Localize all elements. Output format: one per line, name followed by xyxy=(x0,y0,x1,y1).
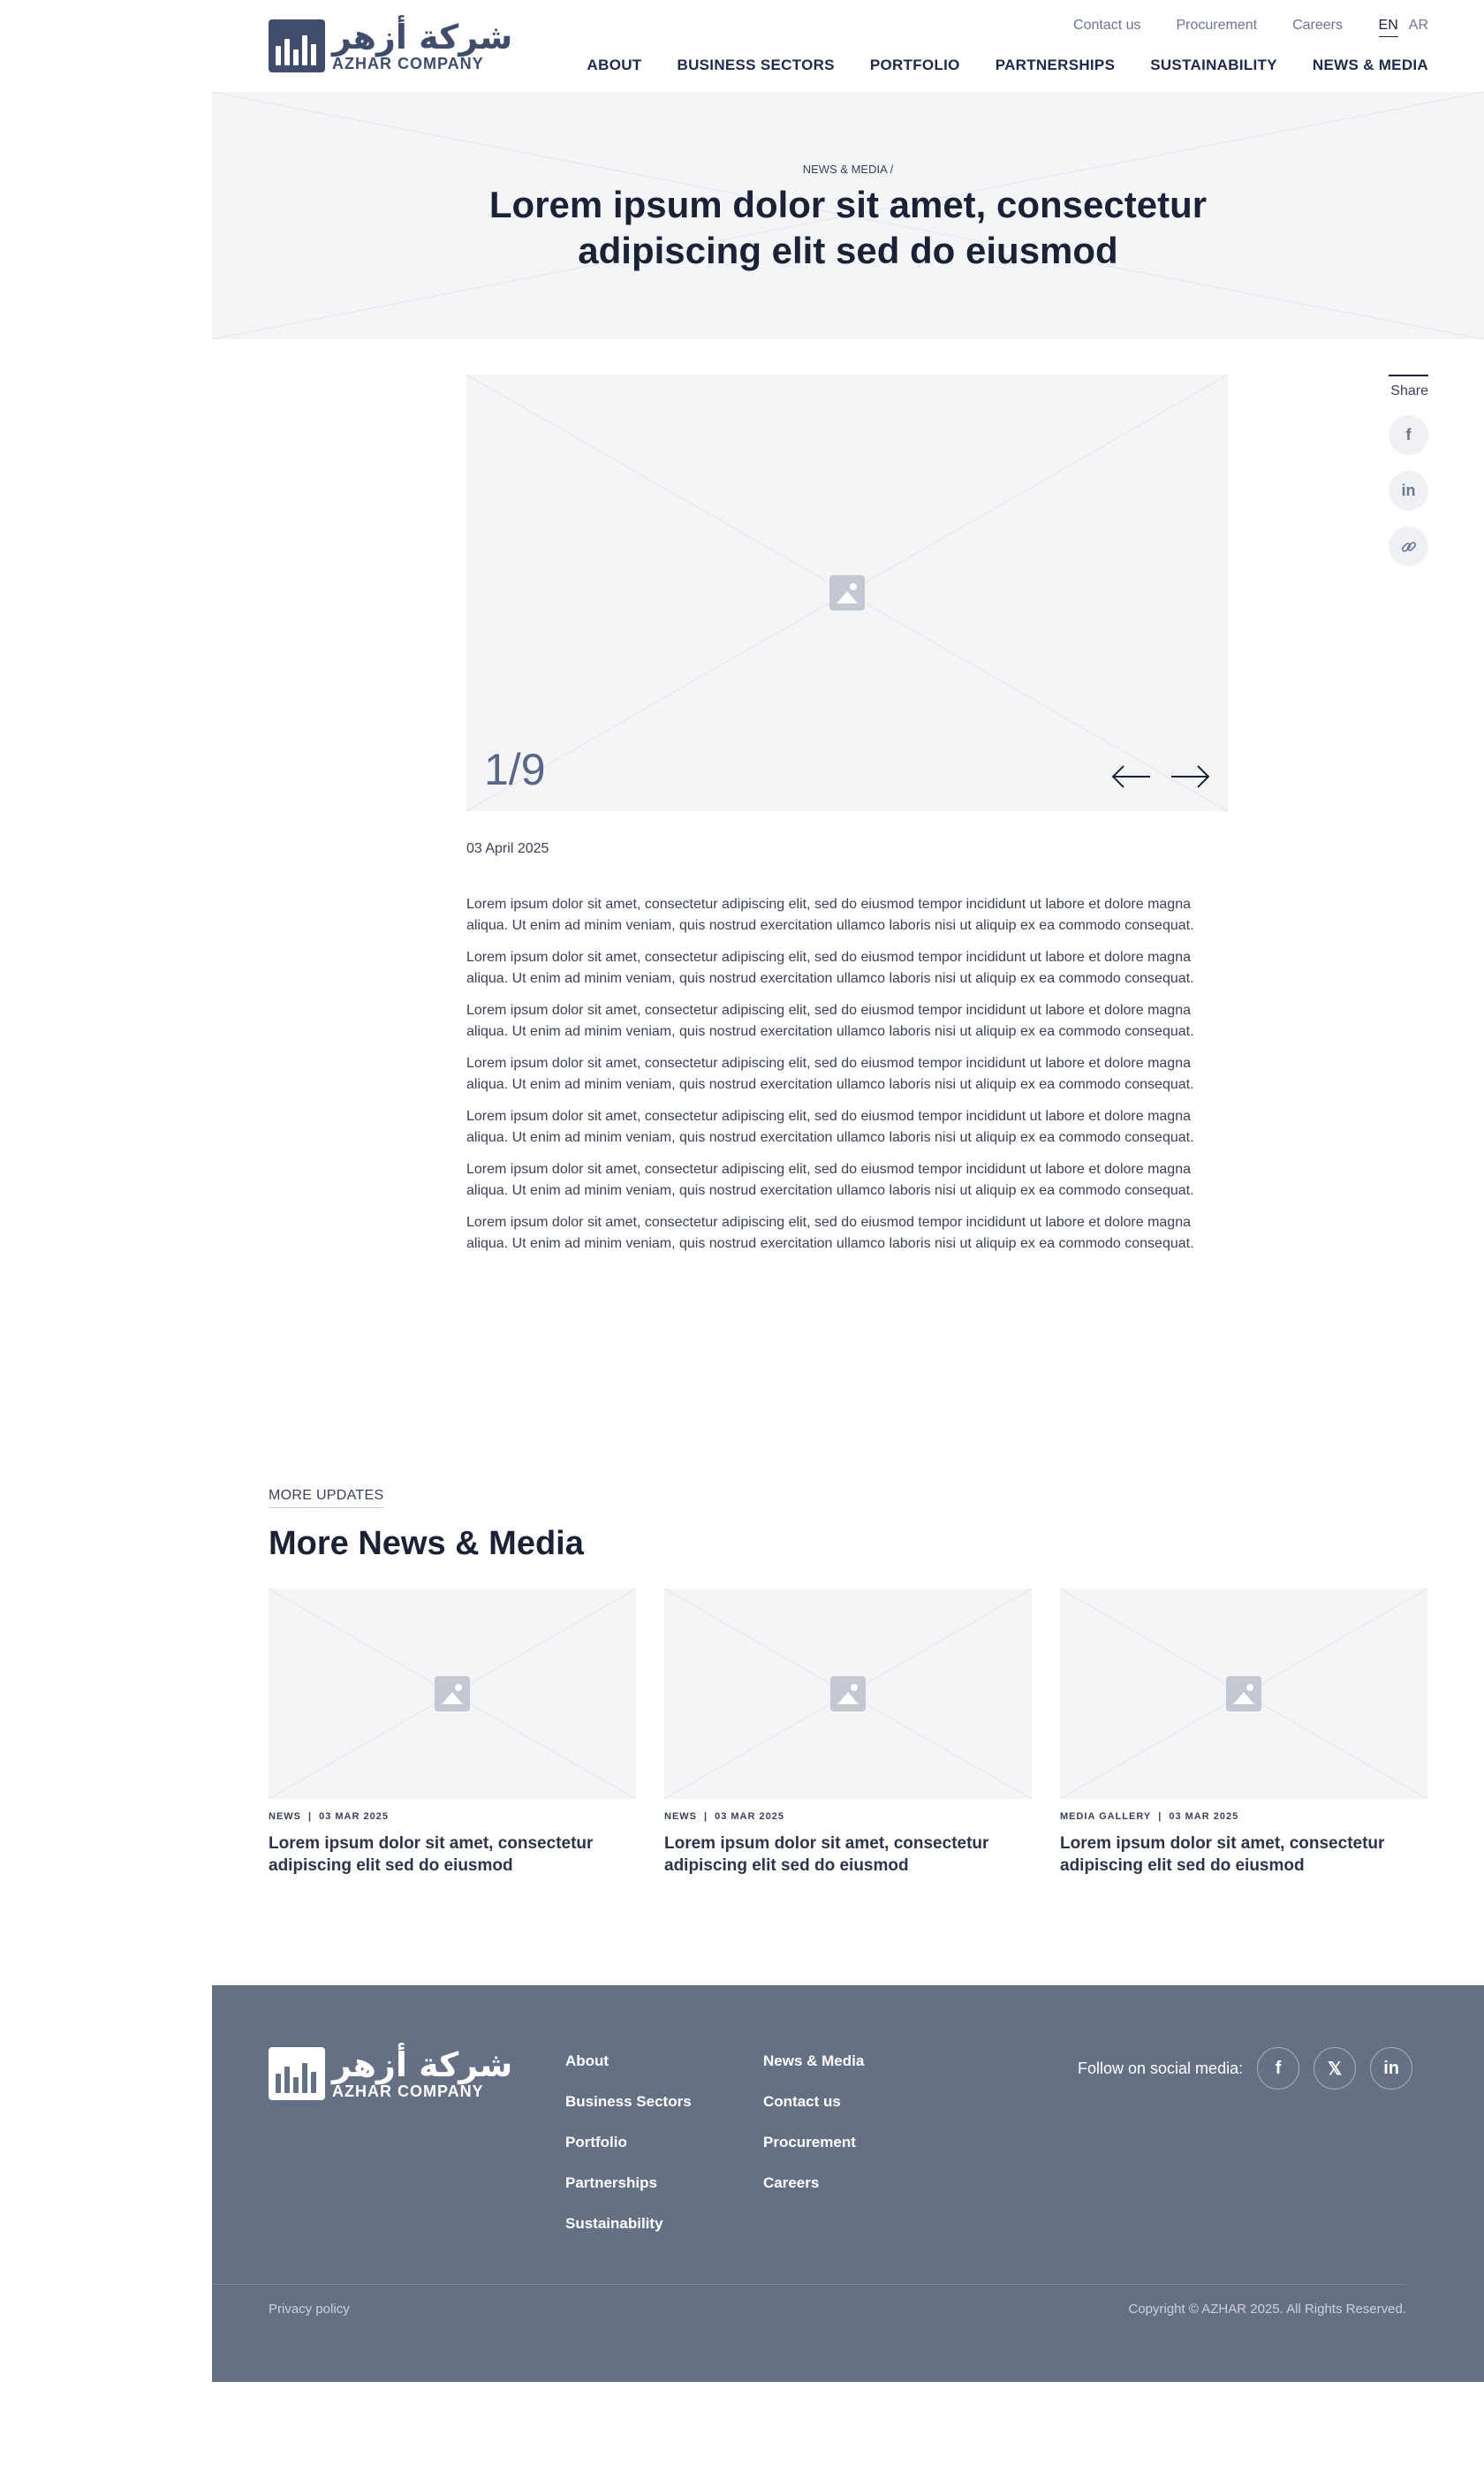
footer-link-careers[interactable]: Careers xyxy=(763,2174,864,2192)
linkedin-icon[interactable]: in xyxy=(1389,471,1428,511)
article-paragraph: Lorem ipsum dolor sit amet, consectetur … xyxy=(466,1003,1194,1039)
article-paragraph: Lorem ipsum dolor sit amet, consectetur … xyxy=(466,897,1194,933)
footer-link-about[interactable]: About xyxy=(565,2052,692,2070)
news-card[interactable]: NEWS | 03 MAR 2025 Lorem ipsum dolor sit a… xyxy=(269,1589,636,1877)
logo-mark-icon xyxy=(269,19,325,72)
logo-mark-icon xyxy=(269,2047,325,2100)
card-image xyxy=(1060,1589,1427,1799)
site-footer: شركة أزهر AZHAR COMPANY About Business S… xyxy=(212,1985,1484,2382)
nav-news-media[interactable]: NEWS & MEDIA xyxy=(1313,57,1428,74)
share-label: Share xyxy=(1389,375,1428,399)
logo-arabic-text: شركة أزهر xyxy=(332,2045,513,2084)
footer-link-procurement[interactable]: Procurement xyxy=(763,2134,864,2151)
arrow-left-icon[interactable] xyxy=(1111,763,1152,790)
footer-divider xyxy=(212,2284,1406,2285)
footer-nav-col-2: News & Media Contact us Procurement Care… xyxy=(763,2052,864,2192)
footer-link-contact[interactable]: Contact us xyxy=(763,2093,864,2111)
nav-partnerships[interactable]: PARTNERSHIPS xyxy=(996,57,1116,74)
arrow-right-icon[interactable] xyxy=(1170,763,1210,790)
news-card[interactable]: MEDIA GALLERY | 03 MAR 2025 Lorem ipsum do… xyxy=(1060,1589,1427,1877)
facebook-icon[interactable]: f xyxy=(1257,2047,1300,2090)
image-gallery: 1/9 xyxy=(466,375,1228,811)
logo-english-text: AZHAR COMPANY xyxy=(332,2082,484,2100)
article-paragraph: Lorem ipsum dolor sit amet, consectetur … xyxy=(466,1109,1194,1145)
image-placeholder-icon xyxy=(1226,1676,1261,1711)
article-paragraph: Lorem ipsum dolor sit amet, consectetur … xyxy=(466,1162,1194,1198)
copyright-text: Copyright © AZHAR 2025. All Rights Reser… xyxy=(1128,2302,1406,2317)
article-body: Lorem ipsum dolor sit amet, consectetur … xyxy=(466,894,1228,1265)
footer-link-sustainability[interactable]: Sustainability xyxy=(565,2215,692,2233)
nav-business-sectors[interactable]: BUSINESS SECTORS xyxy=(678,57,835,74)
card-image xyxy=(664,1589,1032,1799)
footer-link-partnerships[interactable]: Partnerships xyxy=(565,2174,692,2192)
image-placeholder-icon xyxy=(829,575,865,611)
card-title[interactable]: Lorem ipsum dolor sit amet, consectetur … xyxy=(664,1832,1032,1877)
card-meta: NEWS | 03 MAR 2025 xyxy=(269,1811,389,1822)
site-header: شركة أزهر AZHAR COMPANY Contact us Procu… xyxy=(0,0,1484,92)
image-placeholder-icon xyxy=(435,1676,470,1711)
card-date: 03 MAR 2025 xyxy=(319,1811,389,1822)
facebook-icon[interactable]: f xyxy=(1389,415,1428,455)
news-card[interactable]: NEWS | 03 MAR 2025 Lorem ipsum dolor sit a… xyxy=(664,1589,1032,1877)
footer-link-portfolio[interactable]: Portfolio xyxy=(565,2134,692,2151)
utility-link-careers[interactable]: Careers xyxy=(1292,18,1343,34)
more-updates-eyebrow: MORE UPDATES xyxy=(269,1488,384,1508)
card-date: 03 MAR 2025 xyxy=(1169,1811,1239,1822)
footer-link-business-sectors[interactable]: Business Sectors xyxy=(565,2093,692,2111)
card-date: 03 MAR 2025 xyxy=(715,1811,784,1822)
lang-en[interactable]: EN xyxy=(1378,18,1398,37)
card-image xyxy=(269,1589,636,1799)
nav-sustainability[interactable]: SUSTAINABILITY xyxy=(1150,57,1277,74)
utility-link-contact[interactable]: Contact us xyxy=(1073,18,1140,34)
article-paragraph: Lorem ipsum dolor sit amet, consectetur … xyxy=(466,1056,1194,1092)
page-title: Lorem ipsum dolor sit amet, consectetur … xyxy=(488,184,1208,271)
link-icon[interactable] xyxy=(1389,527,1428,566)
privacy-link[interactable]: Privacy policy xyxy=(269,2302,350,2317)
logo-arabic-text: شركة أزهر xyxy=(332,18,513,57)
utility-link-procurement[interactable]: Procurement xyxy=(1177,18,1258,34)
linkedin-icon[interactable]: in xyxy=(1370,2047,1413,2090)
page-hero: NEWS & MEDIA / Lorem ipsum dolor sit ame… xyxy=(212,92,1484,339)
logo-english-text: AZHAR COMPANY xyxy=(332,55,484,72)
language-switcher: EN AR xyxy=(1378,18,1428,37)
nav-portfolio[interactable]: PORTFOLIO xyxy=(870,57,960,74)
footer-logo[interactable]: شركة أزهر AZHAR COMPANY xyxy=(269,2047,512,2100)
more-updates-title: More News & Media xyxy=(269,1525,584,1562)
card-title[interactable]: Lorem ipsum dolor sit amet, consectetur … xyxy=(1060,1832,1427,1877)
article-date: 03 April 2025 xyxy=(466,841,549,856)
image-placeholder-icon xyxy=(830,1676,866,1711)
article-paragraph: Lorem ipsum dolor sit amet, consectetur … xyxy=(466,1215,1194,1251)
footer-social: Follow on social media: f 𝕏 in xyxy=(1078,2047,1413,2090)
share-panel: Share f in xyxy=(1389,375,1428,566)
nav-about[interactable]: ABOUT xyxy=(587,57,642,74)
social-label: Follow on social media: xyxy=(1078,2059,1244,2077)
gallery-counter: 1/9 xyxy=(484,745,546,794)
card-category: NEWS xyxy=(269,1811,301,1822)
card-meta: MEDIA GALLERY | 03 MAR 2025 xyxy=(1060,1811,1239,1822)
card-category: MEDIA GALLERY xyxy=(1060,1811,1152,1822)
main-nav: ABOUT BUSINESS SECTORS PORTFOLIO PARTNER… xyxy=(587,57,1428,74)
footer-nav-col-1: About Business Sectors Portfolio Partner… xyxy=(565,2052,692,2233)
utility-nav: Contact us Procurement Careers xyxy=(1073,18,1343,34)
card-category: NEWS xyxy=(664,1811,697,1822)
card-meta: NEWS | 03 MAR 2025 xyxy=(664,1811,784,1822)
article-paragraph: Lorem ipsum dolor sit amet, consectetur … xyxy=(466,950,1194,986)
footer-link-news-media[interactable]: News & Media xyxy=(763,2052,864,2070)
card-title[interactable]: Lorem ipsum dolor sit amet, consectetur … xyxy=(269,1832,636,1877)
lang-ar[interactable]: AR xyxy=(1409,18,1428,37)
company-logo[interactable]: شركة أزهر AZHAR COMPANY xyxy=(269,19,512,72)
x-icon[interactable]: 𝕏 xyxy=(1314,2047,1357,2090)
breadcrumb[interactable]: NEWS & MEDIA / xyxy=(212,163,1484,176)
